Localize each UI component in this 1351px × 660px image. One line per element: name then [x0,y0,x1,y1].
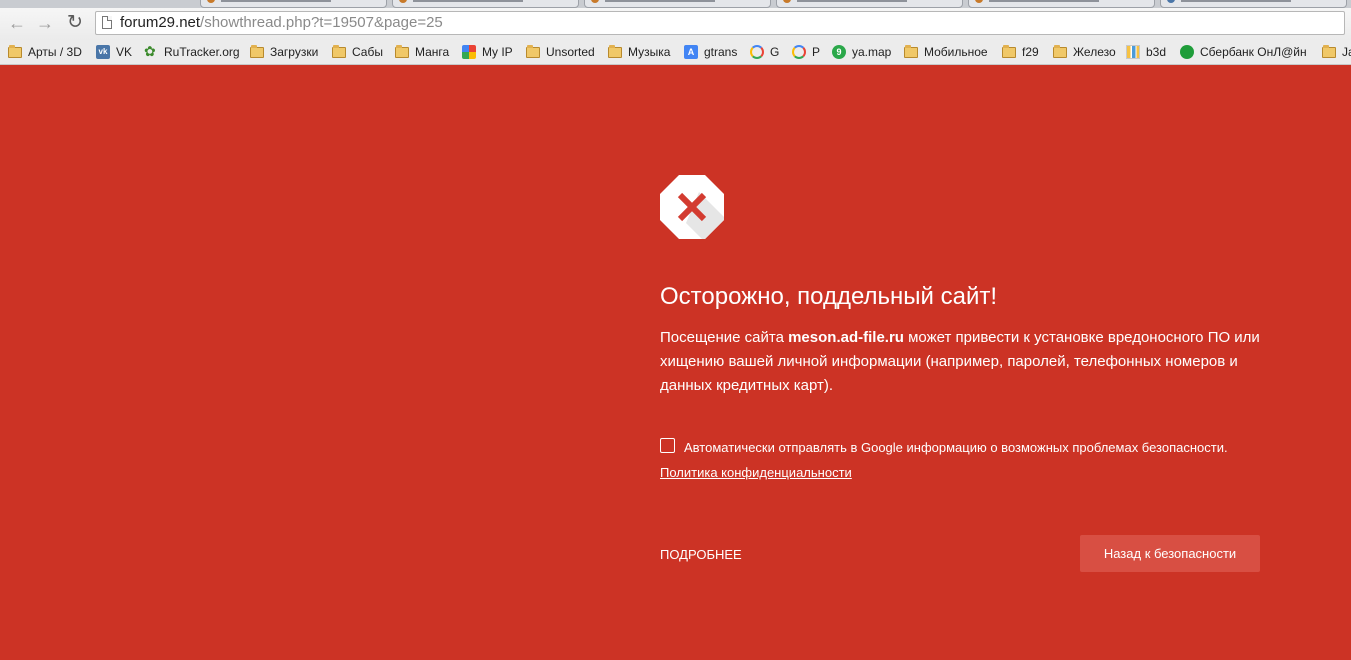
bookmark-label: Загрузки [270,45,319,59]
folder-icon [8,45,22,59]
address-url[interactable]: forum29.net/showthread.php?t=19507&page=… [120,14,443,32]
bookmark-gtrans[interactable]: Agtrans [684,43,737,61]
bookmark-label: P [812,45,821,59]
page-title: Осторожно, поддельный сайт! [660,283,998,310]
bookmark-label: Музыка [628,45,671,59]
tab-favicon [783,0,791,3]
url-path: /showthread.php?t=19507&page=25 [200,14,443,31]
bookmark-f29[interactable]: f29 [1002,43,1039,61]
back-to-safety-button[interactable]: Назад к безопасности [1080,535,1260,572]
warning-description: Посещение сайта meson.ad-file.ru может п… [660,326,1270,398]
folder-icon [1322,45,1336,59]
forward-arrow-icon[interactable]: → [34,12,56,34]
browser-tab[interactable] [1160,0,1347,8]
browser-tab[interactable] [584,0,771,8]
folder-icon [608,45,622,59]
bookmark-ja[interactable]: Ja [1322,43,1351,61]
bookmark-b3d[interactable]: b3d [1126,43,1166,61]
bookmark-label: Железо [1073,45,1116,59]
privacy-policy-link[interactable]: Политика конфиденциальности [660,465,852,480]
tab-title [1181,0,1291,2]
tab-title [605,0,715,2]
tab-favicon [207,0,215,3]
address-bar[interactable]: forum29.net/showthread.php?t=19507&page=… [95,11,1345,35]
folder-icon [332,45,346,59]
bookmark-music[interactable]: Музыка [608,43,670,61]
myip-icon [462,45,476,59]
bookmark-rutracker[interactable]: RuTracker.org [144,43,240,61]
bookmark-unsorted[interactable]: Unsorted [526,43,595,61]
tab-title [413,0,523,2]
b3d-icon [1126,45,1140,59]
folder-icon [1053,45,1067,59]
page-icon [102,16,112,29]
tab-strip [0,0,1351,8]
folder-icon [1002,45,1016,59]
sberbank-icon [1180,45,1194,59]
browser-toolbar: ← → ↻ forum29.net/showthread.php?t=19507… [0,8,1351,40]
bookmark-label: VK [116,45,133,59]
bookmark-sberbank[interactable]: Сбербанк ОнЛ@йн [1180,43,1307,61]
tab-favicon [399,0,407,3]
bookmark-label: My IP [482,45,513,59]
bookmark-vk[interactable]: vk VK [96,43,132,61]
bookmark-label: Мобильное [924,45,988,59]
dangerous-site-name: meson.ad-file.ru [788,329,904,346]
details-link[interactable]: ПОДРОБНЕЕ [660,547,742,562]
bookmark-subs[interactable]: Сабы [332,43,383,61]
back-arrow-icon[interactable]: ← [6,12,28,34]
bookmark-label: Unsorted [546,45,595,59]
browser-tab[interactable] [776,0,963,8]
browser-tab[interactable] [392,0,579,8]
folder-icon [904,45,918,59]
folder-icon [526,45,540,59]
yamap-icon: 9 [832,45,846,59]
bookmark-label: Арты / 3D [28,45,82,59]
bookmarks-bar: Арты / 3D vk VK RuTracker.org Загрузки Са… [0,40,1351,65]
bookmark-downloads[interactable]: Загрузки [250,43,318,61]
folder-icon [250,45,264,59]
bookmark-label: f29 [1022,45,1039,59]
google-icon [750,45,764,59]
bookmark-my-ip[interactable]: My IP [462,43,513,61]
rutracker-icon [144,43,158,60]
bookmark-mobile[interactable]: Мобильное [904,43,988,61]
bookmark-g[interactable]: G [750,43,779,61]
reload-icon[interactable]: ↻ [64,12,86,34]
tab-favicon [591,0,599,3]
bookmark-label: ya.map [852,45,892,59]
bookmark-label: Ja [1342,45,1351,59]
gtrans-icon: A [684,45,698,59]
description-text: Посещение сайта [660,329,789,346]
bookmark-label: RuTracker.org [164,45,240,59]
url-host: forum29.net [120,14,201,31]
report-checkbox-label[interactable]: Автоматически отправлять в Google информ… [684,440,1228,455]
bookmark-label: Манга [415,45,450,59]
bookmark-p[interactable]: P [792,43,820,61]
bookmark-label: gtrans [704,45,738,59]
bookmark-hardware[interactable]: Железо [1053,43,1116,61]
bookmark-arts-3d[interactable]: Арты / 3D [8,43,82,61]
browser-tab[interactable] [200,0,387,8]
warning-icon [660,175,724,239]
tab-title [797,0,907,2]
google-icon [792,45,806,59]
tab-title [989,0,1099,2]
bookmark-label: Сабы [352,45,383,59]
bookmark-ya-map[interactable]: 9 ya.map [832,43,891,61]
bookmark-manga[interactable]: Манга [395,43,449,61]
bookmark-label: G [770,45,780,59]
report-checkbox[interactable] [660,438,675,453]
folder-icon [395,45,409,59]
bookmark-label: b3d [1146,45,1167,59]
bookmark-label: Сбербанк ОнЛ@йн [1200,45,1307,59]
browser-tab[interactable] [968,0,1155,8]
tab-title [221,0,331,2]
vk-icon: vk [96,45,110,59]
tab-favicon [1167,0,1175,3]
tab-favicon [975,0,983,3]
